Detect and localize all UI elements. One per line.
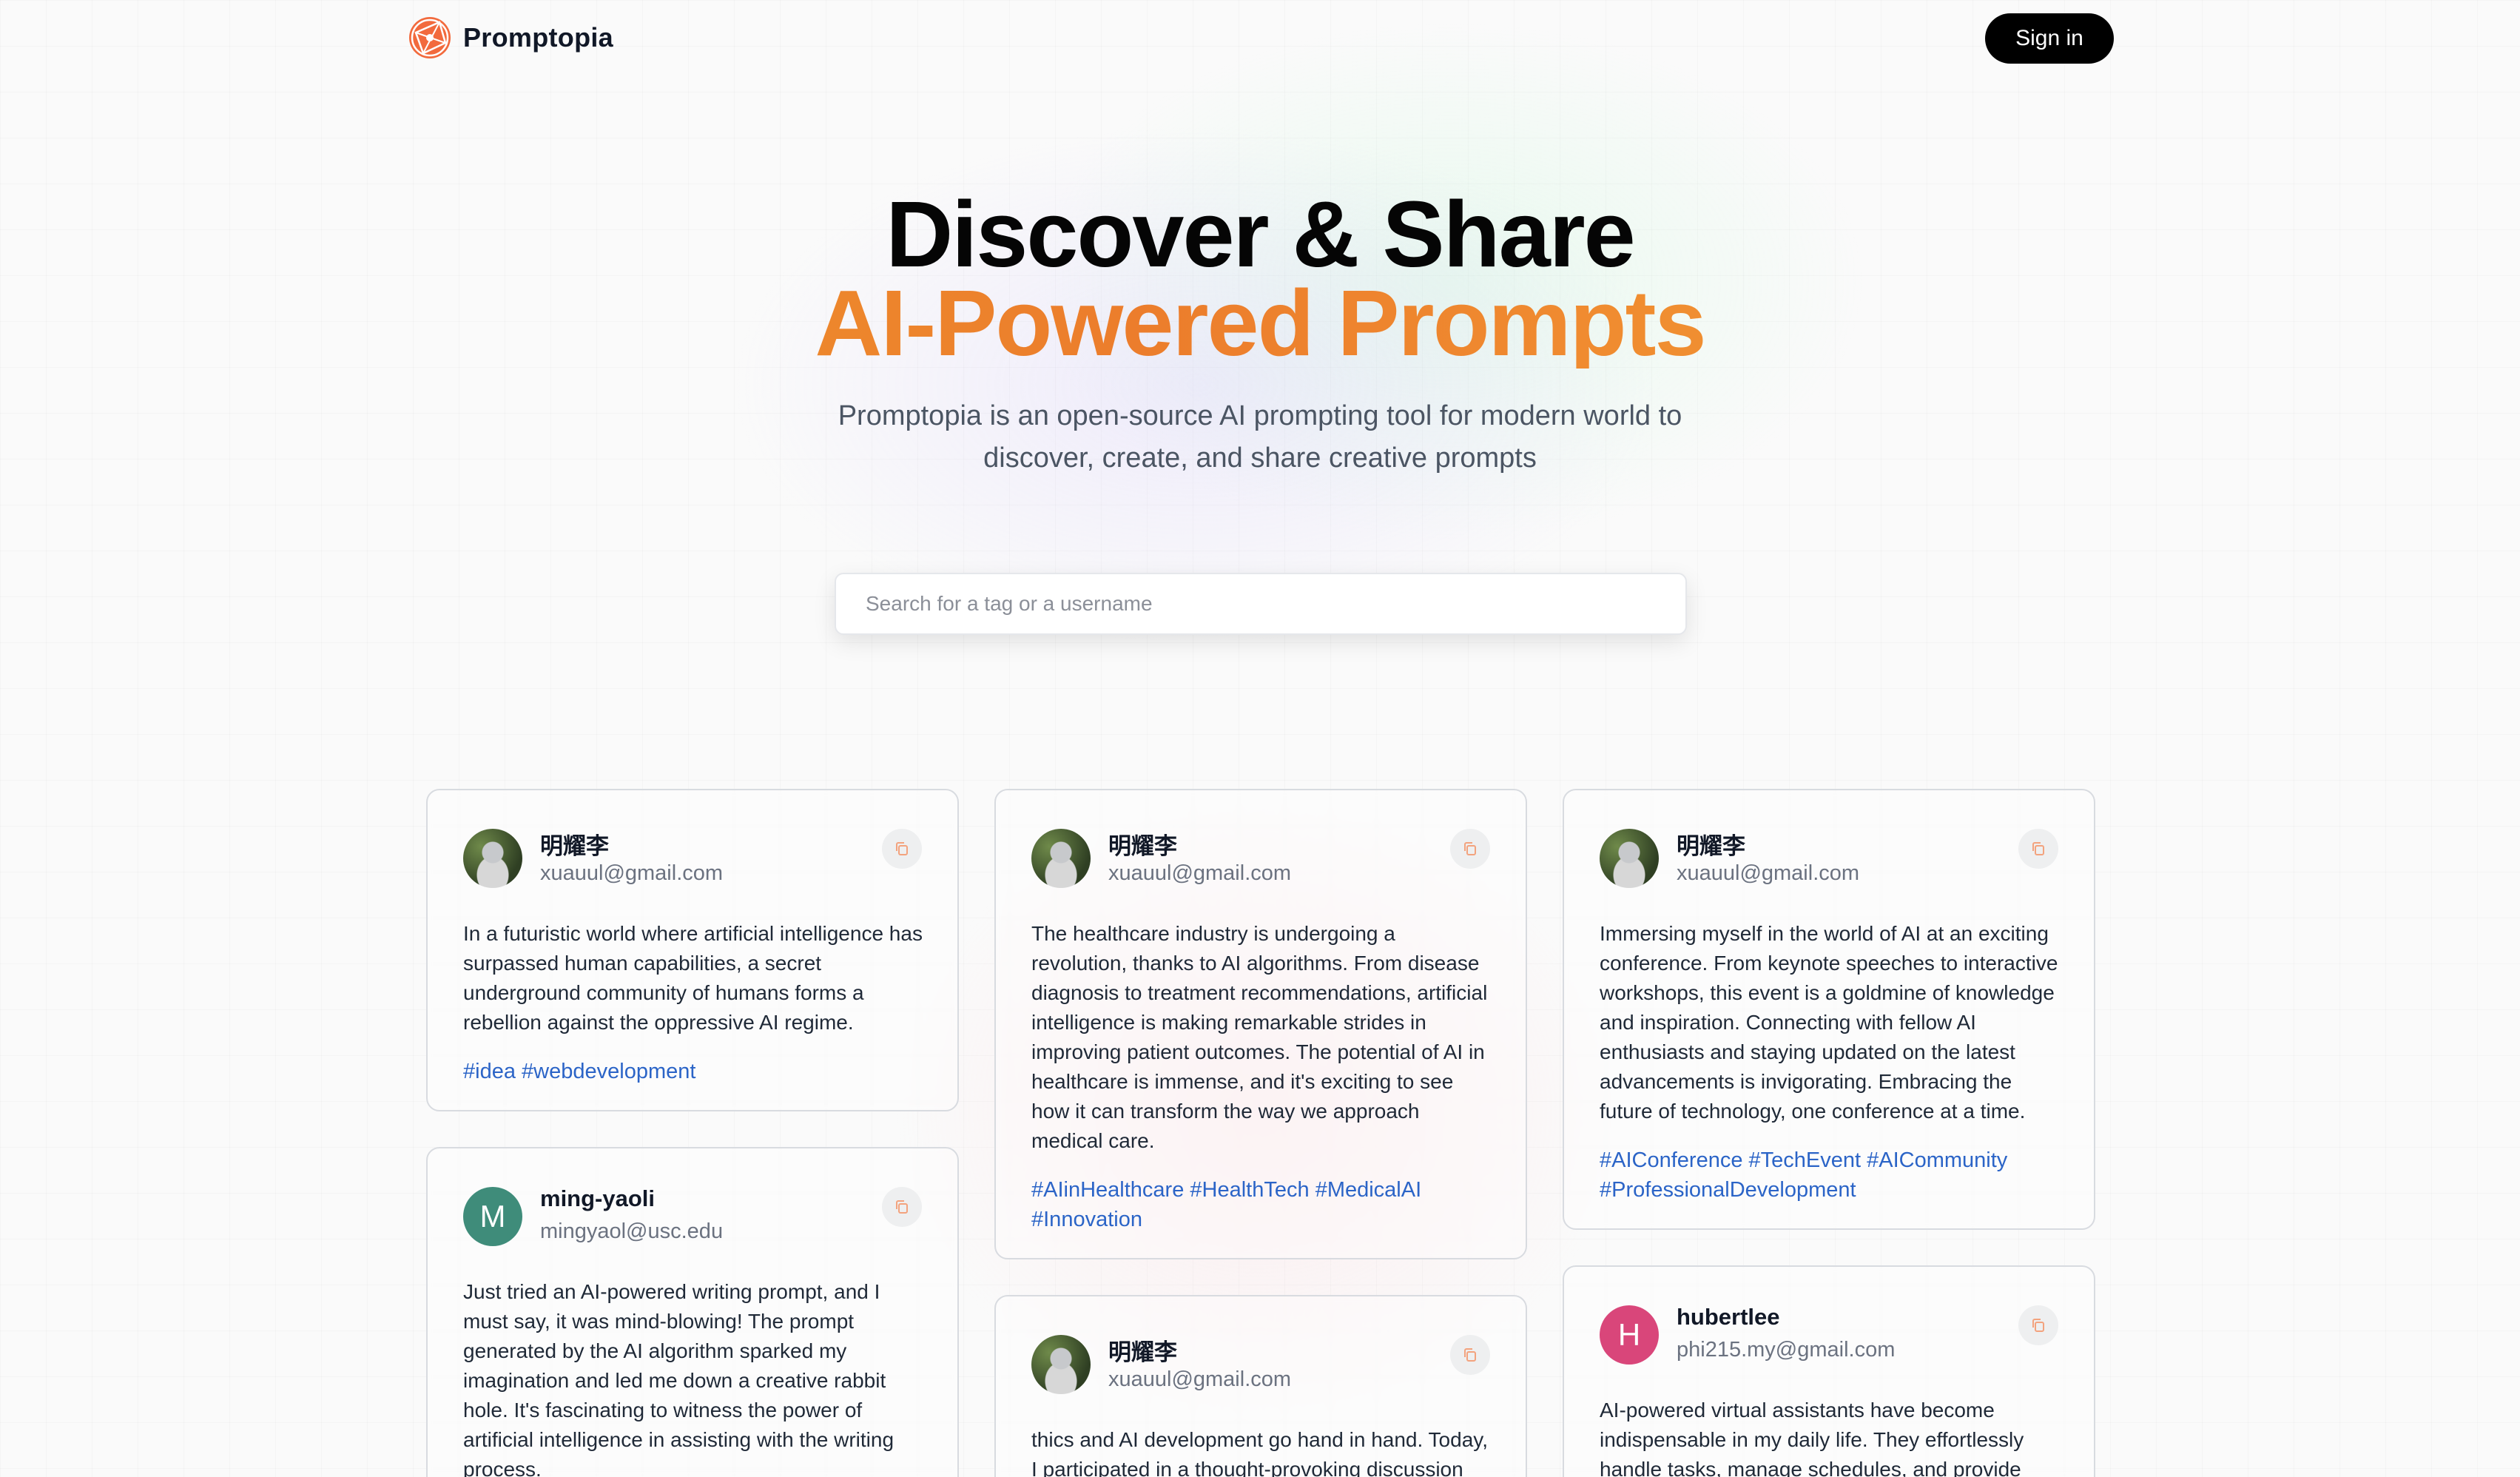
prompt-text: AI-powered virtual assistants have becom… <box>1600 1399 2024 1477</box>
card-email: xuauul@gmail.com <box>1677 861 1860 885</box>
prompt-text: Just tried an AI-powered writing prompt,… <box>463 1280 895 1477</box>
copy-icon <box>896 1200 908 1214</box>
card-username[interactable]: hubertlee <box>1677 1304 1780 1330</box>
copy-icon <box>1464 1348 1476 1362</box>
copy-button[interactable] <box>2018 1305 2058 1345</box>
copy-button[interactable] <box>1450 829 1490 869</box>
prompt-text: The healthcare industry is undergoing a … <box>1031 922 1488 1152</box>
card-email: xuauul@gmail.com <box>540 861 724 885</box>
copy-icon <box>2032 842 2044 855</box>
user-avatar[interactable] <box>1031 829 1091 888</box>
card-email: phi215.my@gmail.com <box>1677 1338 1896 1362</box>
card-username[interactable]: 明耀李 <box>1677 827 1745 861</box>
brand-logo[interactable]: Promptopia <box>407 15 613 61</box>
tag-link[interactable]: #AICommunity <box>1867 1148 2007 1172</box>
copy-button[interactable] <box>882 1187 922 1227</box>
prompt-card: 明耀李 xuauul@gmail.com The healthcare indu… <box>994 789 1527 1259</box>
prompt-card: H hubertlee phi215.my@gmail.com AI-power… <box>1563 1265 2095 1477</box>
hero-title-line1: Discover & Share <box>886 182 1636 286</box>
sign-in-button[interactable]: Sign in <box>1985 13 2114 64</box>
brand-name: Promptopia <box>463 22 614 53</box>
prompt-card: 明耀李 xuauul@gmail.com In a futuristic wor… <box>426 789 959 1111</box>
copy-button[interactable] <box>1450 1335 1490 1375</box>
prompt-text: Immersing myself in the world of AI at a… <box>1600 922 2058 1123</box>
prompt-text: thics and AI development go hand in hand… <box>1031 1428 1488 1477</box>
tag-link[interactable]: #ProfessionalDevelopment <box>1600 1178 1856 1202</box>
copy-button[interactable] <box>2018 829 2058 869</box>
user-avatar[interactable]: H <box>1600 1305 1659 1365</box>
user-avatar[interactable] <box>1600 829 1659 888</box>
card-email: xuauul@gmail.com <box>1108 861 1292 885</box>
promptopia-logo-icon <box>409 17 451 58</box>
tag-link[interactable]: #webdevelopment <box>522 1060 695 1083</box>
card-email: mingyaol@usc.edu <box>540 1219 724 1243</box>
user-avatar[interactable] <box>463 829 522 888</box>
tag-list: #AIConference #TechEvent #AICommunity #P… <box>1600 1145 2064 1205</box>
user-avatar[interactable] <box>1031 1335 1091 1394</box>
user-avatar[interactable]: M <box>463 1187 522 1246</box>
card-username[interactable]: 明耀李 <box>540 827 609 861</box>
tag-link[interactable]: #TechEvent <box>1749 1148 1862 1172</box>
tag-link[interactable]: #AIConference <box>1600 1148 1742 1172</box>
hero-title-line2: AI-Powered Prompts <box>0 277 2520 370</box>
prompt-card: M ming-yaoli mingyaol@usc.edu Just tried… <box>426 1147 959 1477</box>
prompt-text: In a futuristic world where artificial i… <box>463 922 923 1034</box>
prompt-card: 明耀李 xuauul@gmail.com thics and AI develo… <box>994 1295 1527 1477</box>
tag-link[interactable]: #idea <box>463 1060 516 1083</box>
tag-link[interactable]: #HealthTech <box>1190 1178 1309 1202</box>
search-bar <box>835 573 1687 635</box>
copy-button[interactable] <box>882 829 922 869</box>
tag-list: #idea #webdevelopment <box>463 1057 928 1086</box>
tag-list: #AIinHealthcare #HealthTech #MedicalAI #… <box>1031 1175 1496 1234</box>
search-input[interactable] <box>836 574 1685 633</box>
card-username[interactable]: 明耀李 <box>1108 1333 1177 1367</box>
copy-icon <box>1464 842 1476 855</box>
tag-link[interactable]: #Innovation <box>1031 1208 1142 1231</box>
hero-description: Promptopia is an open-source AI promptin… <box>838 400 1682 474</box>
top-nav: Promptopia Sign in <box>0 0 2520 81</box>
prompt-card: 明耀李 xuauul@gmail.com Immersing myself in… <box>1563 789 2095 1230</box>
tag-link[interactable]: #AIinHealthcare <box>1031 1178 1184 1202</box>
card-email: xuauul@gmail.com <box>1108 1367 1292 1391</box>
card-username[interactable]: 明耀李 <box>1108 827 1177 861</box>
copy-icon <box>896 842 908 855</box>
card-username[interactable]: ming-yaoli <box>540 1185 655 1212</box>
tag-link[interactable]: #MedicalAI <box>1315 1178 1421 1202</box>
copy-icon <box>2032 1319 2044 1332</box>
